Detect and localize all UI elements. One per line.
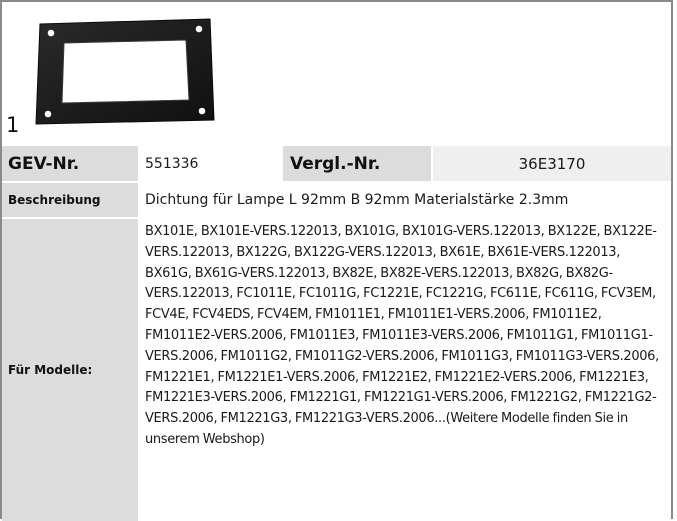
modelle-label-cell: Für Modelle: — [2, 219, 138, 521]
beschreibung-label-cell: Beschreibung — [2, 183, 138, 217]
vergl-value: 36E3170 — [433, 146, 671, 181]
gev-label: GEV-Nr. — [8, 153, 80, 174]
gev-value: 551336 — [140, 146, 281, 181]
image-number: 1 — [6, 113, 20, 137]
modelle-value: BX101E, BX101E-VERS.122013, BX101G, BX10… — [145, 224, 659, 447]
beschreibung-value: Dichtung für Lampe L 92mm B 92mm Materia… — [140, 183, 671, 217]
gasket-image — [35, 18, 215, 125]
product-sheet: 1 GEV-Nr. 551336 Vergl.-Nr. 36E3170 Besc… — [0, 0, 673, 521]
modelle-label: Für Modelle: — [8, 363, 93, 377]
beschreibung-row: Beschreibung Dichtung für Lampe L 92mm B… — [2, 183, 671, 217]
gev-label-cell: GEV-Nr. — [2, 146, 138, 181]
vergl-label: Vergl.-Nr. — [290, 153, 381, 174]
beschreibung-label: Beschreibung — [8, 193, 101, 207]
modelle-row: Für Modelle: BX101E, BX101E-VERS.122013,… — [2, 219, 671, 521]
modelle-value-cell: BX101E, BX101E-VERS.122013, BX101G, BX10… — [140, 219, 671, 521]
product-image-area: 1 — [2, 2, 671, 146]
gev-row: GEV-Nr. 551336 Vergl.-Nr. 36E3170 — [2, 146, 671, 181]
vergl-label-cell: Vergl.-Nr. — [283, 146, 431, 181]
